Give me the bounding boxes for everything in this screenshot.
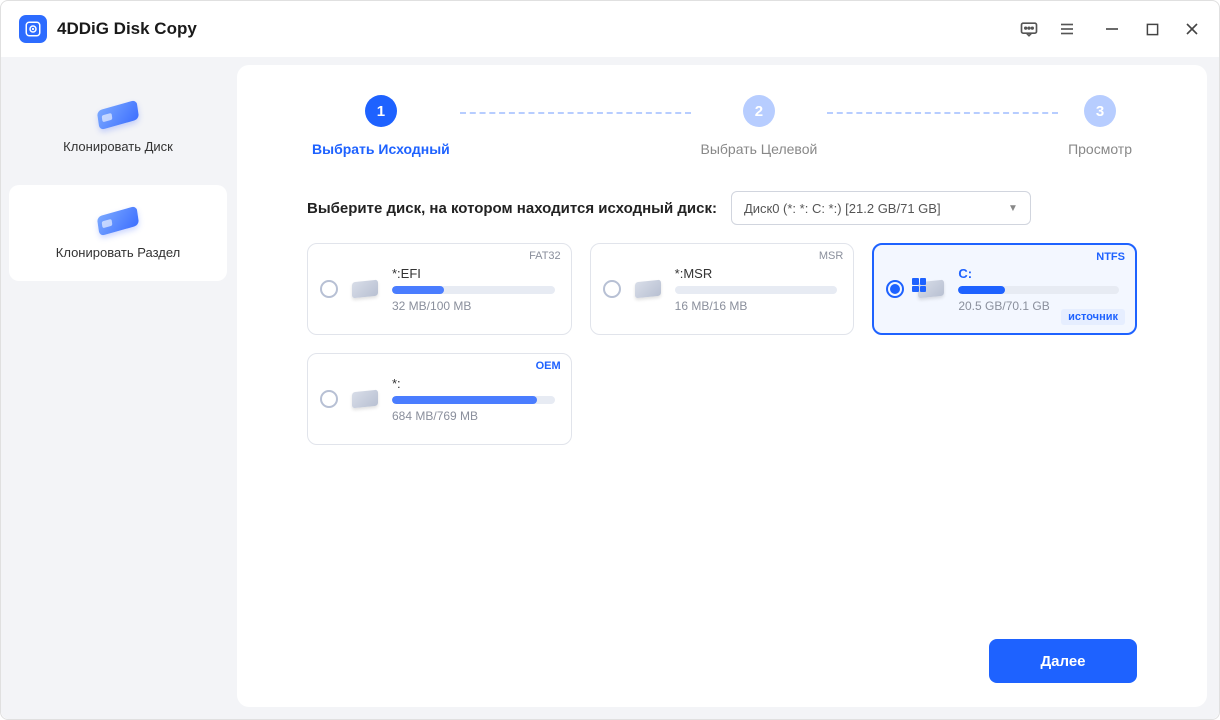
fs-badge: FAT32 bbox=[529, 250, 561, 262]
usage-bar bbox=[392, 286, 555, 294]
main-panel: 1 Выбрать Исходный 2 Выбрать Целевой 3 П… bbox=[237, 65, 1207, 707]
sidebar-item-clone-partition[interactable]: Клонировать Раздел bbox=[9, 185, 227, 281]
chevron-down-icon: ▼ bbox=[1008, 203, 1018, 214]
step-line bbox=[460, 112, 691, 114]
prompt-row: Выберите диск, на котором находится исхо… bbox=[307, 191, 1137, 225]
sidebar-item-clone-disk[interactable]: Клонировать Диск bbox=[9, 79, 227, 175]
disk-select[interactable]: Диск0 (*: *: C: *:) [21.2 GB/71 GB] ▼ bbox=[731, 191, 1031, 225]
windows-icon bbox=[912, 278, 926, 292]
titlebar-right bbox=[1019, 19, 1201, 39]
partition-name: *: bbox=[392, 376, 555, 391]
partition-card-msr[interactable]: *:MSR 16 MB/16 MB MSR bbox=[590, 243, 855, 335]
radio[interactable] bbox=[320, 280, 338, 298]
app-title: 4DDiG Disk Copy bbox=[57, 19, 197, 39]
prompt-label: Выберите диск, на котором находится исхо… bbox=[307, 200, 717, 217]
mini-disk-icon bbox=[350, 279, 380, 299]
app-logo bbox=[19, 15, 47, 43]
partition-body: *: 684 MB/769 MB bbox=[392, 376, 555, 423]
step-circle: 2 bbox=[743, 95, 775, 127]
step-circle: 1 bbox=[365, 95, 397, 127]
sidebar-item-label: Клонировать Диск bbox=[63, 139, 173, 154]
source-badge: источник bbox=[1061, 309, 1125, 325]
partition-name: *:MSR bbox=[675, 266, 838, 281]
sidebar: Клонировать Диск Клонировать Раздел bbox=[9, 65, 227, 707]
titlebar-left: 4DDiG Disk Copy bbox=[19, 15, 197, 43]
next-button[interactable]: Далее bbox=[989, 639, 1137, 683]
partition-size: 684 MB/769 MB bbox=[392, 409, 555, 423]
minimize-button[interactable] bbox=[1103, 20, 1121, 38]
body-area: Клонировать Диск Клонировать Раздел 1 Вы… bbox=[1, 57, 1219, 719]
partition-body: C: 20.5 GB/70.1 GB bbox=[958, 266, 1119, 313]
step-3: 3 Просмотр bbox=[1068, 95, 1132, 157]
step-label: Просмотр bbox=[1068, 141, 1132, 157]
partition-card-oem[interactable]: *: 684 MB/769 MB OEM bbox=[307, 353, 572, 445]
step-label: Выбрать Целевой bbox=[701, 141, 818, 157]
partition-card-c[interactable]: C: 20.5 GB/70.1 GB NTFS источник bbox=[872, 243, 1137, 335]
partition-icon bbox=[94, 207, 142, 235]
partition-card-efi[interactable]: *:EFI 32 MB/100 MB FAT32 bbox=[307, 243, 572, 335]
footer: Далее bbox=[307, 619, 1137, 683]
step-2: 2 Выбрать Целевой bbox=[701, 95, 818, 157]
sidebar-item-label: Клонировать Раздел bbox=[56, 245, 180, 260]
disk-icon bbox=[94, 101, 142, 129]
fs-badge: NTFS bbox=[1096, 251, 1125, 263]
mini-disk-icon bbox=[916, 279, 946, 299]
fs-badge: OEM bbox=[536, 360, 561, 372]
step-circle: 3 bbox=[1084, 95, 1116, 127]
fs-badge: MSR bbox=[819, 250, 843, 262]
window-controls bbox=[1103, 20, 1201, 38]
chat-icon[interactable] bbox=[1019, 19, 1039, 39]
partition-name: C: bbox=[958, 266, 1119, 281]
usage-bar bbox=[392, 396, 555, 404]
mini-disk-icon bbox=[350, 389, 380, 409]
partition-size: 16 MB/16 MB bbox=[675, 299, 838, 313]
titlebar: 4DDiG Disk Copy bbox=[1, 1, 1219, 57]
partition-body: *:EFI 32 MB/100 MB bbox=[392, 266, 555, 313]
usage-bar bbox=[958, 286, 1119, 294]
partition-grid: *:EFI 32 MB/100 MB FAT32 *:MSR 16 MB/16 … bbox=[307, 243, 1137, 445]
radio[interactable] bbox=[603, 280, 621, 298]
step-line bbox=[827, 112, 1058, 114]
disk-select-value: Диск0 (*: *: C: *:) [21.2 GB/71 GB] bbox=[744, 201, 941, 216]
maximize-button[interactable] bbox=[1143, 20, 1161, 38]
usage-bar bbox=[675, 286, 838, 294]
app-window: 4DDiG Disk Copy bbox=[0, 0, 1220, 720]
stepper: 1 Выбрать Исходный 2 Выбрать Целевой 3 П… bbox=[312, 95, 1132, 157]
menu-icon[interactable] bbox=[1057, 19, 1077, 39]
radio[interactable] bbox=[320, 390, 338, 408]
partition-size: 32 MB/100 MB bbox=[392, 299, 555, 313]
step-1: 1 Выбрать Исходный bbox=[312, 95, 450, 157]
partition-body: *:MSR 16 MB/16 MB bbox=[675, 266, 838, 313]
mini-disk-icon bbox=[633, 279, 663, 299]
partition-name: *:EFI bbox=[392, 266, 555, 281]
close-button[interactable] bbox=[1183, 20, 1201, 38]
radio[interactable] bbox=[886, 280, 904, 298]
logo-icon bbox=[24, 20, 42, 38]
step-label: Выбрать Исходный bbox=[312, 141, 450, 157]
